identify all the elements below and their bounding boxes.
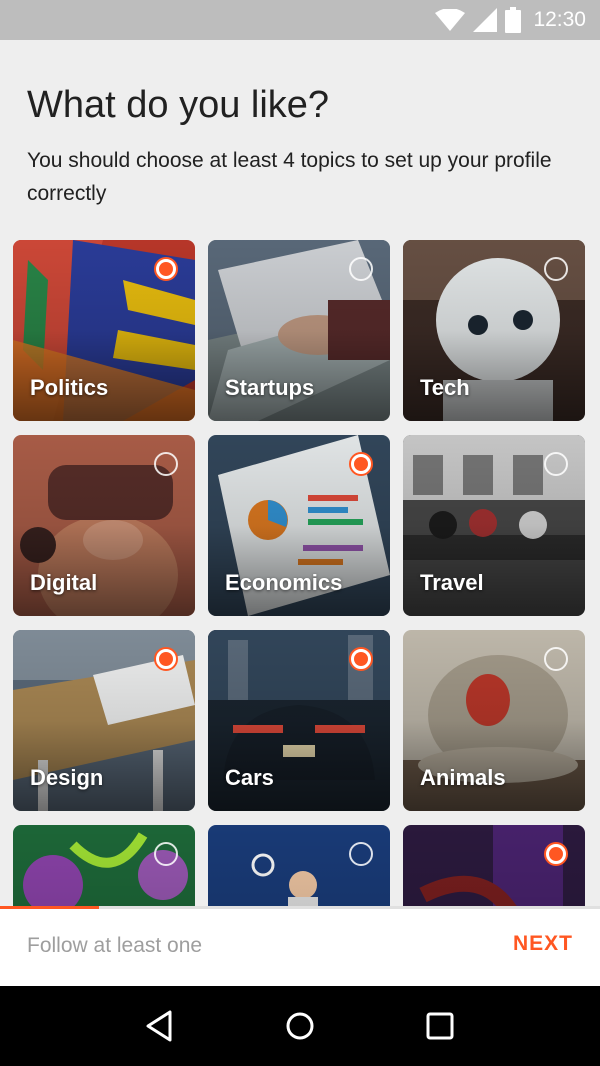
topic-radio[interactable] [154, 842, 178, 866]
home-button[interactable] [270, 996, 330, 1056]
recents-button[interactable] [410, 996, 470, 1056]
topic-label: Design [30, 765, 104, 790]
topic-label: Startups [225, 375, 315, 400]
topic-tile-travel[interactable]: Travel [403, 435, 585, 616]
status-time: 12:30 [533, 8, 586, 31]
topic-label: Economics [225, 570, 343, 595]
topic-radio[interactable] [349, 842, 373, 866]
topic-label: Animals [420, 765, 506, 790]
topic-radio[interactable] [544, 842, 568, 866]
topic-tile-science[interactable] [13, 825, 195, 906]
topic-label: Cars [225, 765, 274, 790]
topic-radio[interactable] [349, 452, 373, 476]
home-icon [286, 1012, 314, 1040]
follow-hint: Follow at least one [27, 934, 203, 957]
topic-tile-economics[interactable]: Economics [208, 435, 390, 616]
status-icons: 12:30 [435, 0, 586, 40]
topic-tile-startups[interactable]: Startups [208, 240, 390, 421]
next-button[interactable]: NEXT [513, 932, 573, 956]
topic-tile-animals[interactable]: Animals [403, 630, 585, 811]
topic-grid: Politics Startups Tech Digital Economics… [13, 240, 585, 906]
progress-fill [0, 906, 99, 909]
status-bar: 12:30 [0, 0, 600, 40]
topic-tile-music[interactable] [403, 825, 585, 906]
back-button[interactable] [130, 996, 190, 1056]
topic-radio[interactable] [544, 257, 568, 281]
topic-radio[interactable] [154, 647, 178, 671]
topic-tile-sports[interactable] [208, 825, 390, 906]
battery-icon [505, 7, 522, 33]
recents-icon [426, 1012, 454, 1040]
navigation-bar [0, 986, 600, 1066]
topic-label: Travel [420, 570, 484, 595]
topic-radio[interactable] [349, 257, 373, 281]
page-subtitle: You should choose at least 4 topics to s… [27, 149, 552, 205]
progress-track [0, 906, 600, 909]
topic-radio[interactable] [154, 452, 178, 476]
topic-tile-tech[interactable]: Tech [403, 240, 585, 421]
topic-radio[interactable] [349, 647, 373, 671]
topic-tile-politics[interactable]: Politics [13, 240, 195, 421]
bottom-bar: Follow at least one NEXT [0, 906, 600, 986]
page-title: What do you like? [27, 84, 330, 126]
topic-tile-cars[interactable]: Cars [208, 630, 390, 811]
topic-radio[interactable] [544, 452, 568, 476]
topic-radio[interactable] [154, 257, 178, 281]
topic-label: Tech [420, 375, 470, 400]
topic-tile-digital[interactable]: Digital [13, 435, 195, 616]
back-icon [146, 1010, 172, 1042]
topic-tile-design[interactable]: Design [13, 630, 195, 811]
signal-icon [473, 8, 498, 32]
topic-label: Politics [30, 375, 109, 400]
topic-radio[interactable] [544, 647, 568, 671]
wifi-icon [435, 9, 466, 31]
topic-label: Digital [30, 570, 98, 595]
